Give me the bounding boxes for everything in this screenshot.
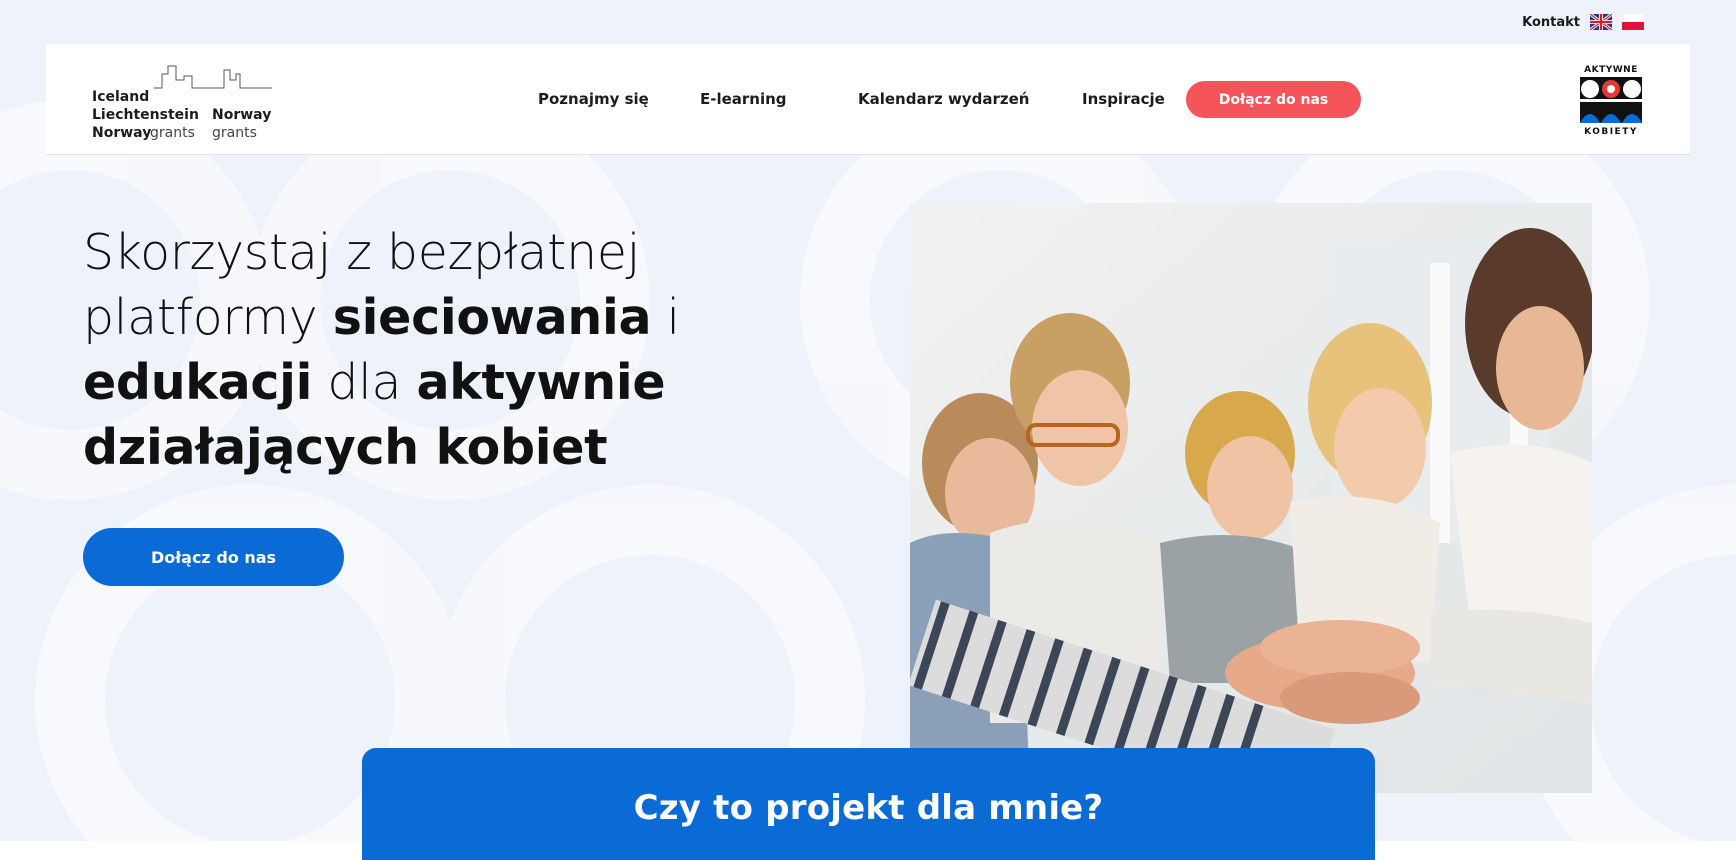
grants-logo-text: Liechtenstein (92, 107, 199, 123)
top-utility-bar: Kontakt (1522, 12, 1644, 32)
contact-link[interactable]: Kontakt (1522, 15, 1580, 30)
join-us-hero-button[interactable]: Dołącz do nas (83, 528, 344, 586)
section-heading: Czy to projekt dla mnie? (633, 788, 1104, 828)
hero-heading-part: platformy (83, 289, 333, 346)
hero-heading-part: Skorzystaj z bezpłatnej (83, 224, 640, 281)
nav-item-inspiracje[interactable]: Inspiracje (1082, 90, 1165, 108)
uk-flag-icon[interactable] (1590, 14, 1612, 30)
skyline-icon (154, 65, 272, 89)
hero-heading-part: i (651, 289, 681, 346)
hero-heading: Skorzystaj z bezpłatnej platformy siecio… (83, 220, 763, 480)
aktywne-kobiety-logo[interactable]: AKTYWNE KOBIETY (1578, 65, 1644, 137)
grants-logo-text: Norway (212, 107, 272, 123)
aktywne-kobiety-emblem-icon (1580, 77, 1642, 123)
pl-flag-icon[interactable] (1622, 14, 1644, 30)
grants-logo-text: Iceland (92, 89, 150, 105)
grants-logo-text: Norway (92, 125, 152, 141)
brand-logo-text: KOBIETY (1584, 127, 1638, 137)
hero-heading-part: aktywnie (416, 354, 666, 411)
nav-item-poznajmy-sie[interactable]: Poznajmy się (538, 90, 649, 108)
hero-heading-part: działających kobiet (83, 419, 608, 476)
women-group-photo-illustration (910, 203, 1592, 793)
nav-item-kalendarz[interactable]: Kalendarz wydarzeń (858, 90, 1029, 108)
iceland-liechtenstein-norway-grants-logo[interactable]: Iceland Liechtenstein Norway Norway gran… (92, 60, 272, 142)
brand-logo-text: AKTYWNE (1584, 65, 1638, 75)
hero-heading-part: dla (312, 354, 417, 411)
join-us-header-button[interactable]: Dołącz do nas (1186, 81, 1361, 118)
hero-photo (910, 203, 1592, 793)
nav-item-e-learning[interactable]: E-learning (700, 90, 787, 108)
project-fit-section: Czy to projekt dla mnie? (362, 748, 1375, 860)
grants-logo-text: grants (150, 125, 195, 141)
site-header: Iceland Liechtenstein Norway Norway gran… (46, 44, 1690, 155)
hero-heading-part: sieciowania (332, 289, 652, 346)
hero-heading-part: edukacji (83, 354, 313, 411)
grants-logo-text: grants (212, 125, 257, 141)
